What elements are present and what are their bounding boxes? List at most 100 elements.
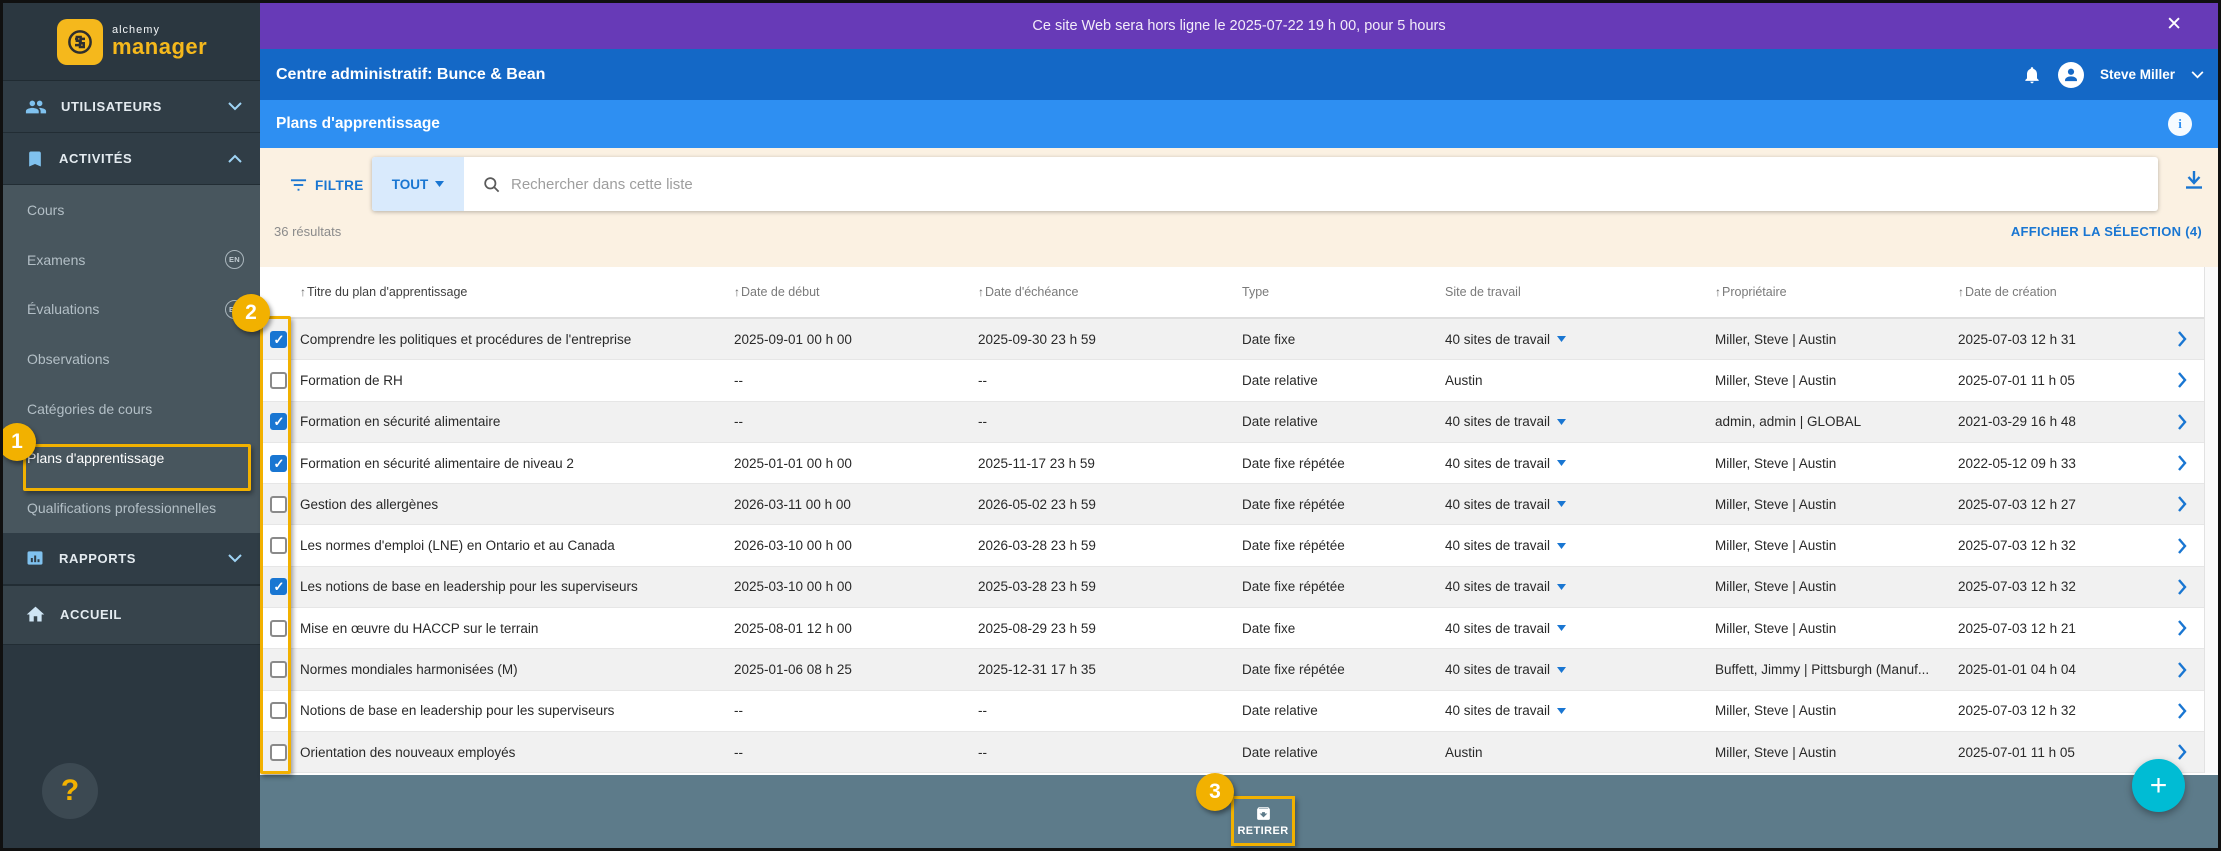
column-header-site[interactable]: Site de travail (1441, 285, 1711, 299)
cell-worksite[interactable]: 40 sites de travail (1441, 703, 1711, 718)
language-globe-icon: EN (225, 250, 244, 270)
cell-created: 2025-07-03 12 h 32 (1958, 579, 2076, 595)
table-row[interactable]: Formation en sécurité alimentaire -- -- … (260, 401, 2218, 443)
row-checkbox[interactable] (269, 661, 287, 679)
user-name[interactable]: Steve Miller (2100, 67, 2175, 82)
cell-worksite[interactable]: 40 sites de travail (1441, 497, 1711, 512)
retirer-button[interactable]: RETIRER (1231, 796, 1295, 846)
chevron-right-icon[interactable] (2177, 455, 2187, 471)
sort-asc-icon: ↑ (1958, 285, 1964, 299)
cell-worksite[interactable]: 40 sites de travail (1441, 662, 1711, 677)
alchemy-logo-icon (57, 18, 103, 65)
chevron-right-icon[interactable] (2177, 579, 2187, 595)
chevron-right-icon[interactable] (2177, 413, 2187, 430)
table-row[interactable]: Les normes d'emploi (LNE) en Ontario et … (260, 525, 2218, 567)
chevron-right-icon[interactable] (2177, 744, 2187, 760)
cell-worksite[interactable]: 40 sites de travail (1441, 456, 1711, 471)
table-row[interactable]: Formation en sécurité alimentaire de niv… (260, 442, 2218, 485)
row-checkbox[interactable] (269, 537, 287, 555)
info-icon[interactable]: i (2168, 112, 2192, 136)
sidebar-item-categories-de-cours[interactable]: Catégories de cours (3, 384, 260, 434)
row-checkbox[interactable] (269, 495, 287, 513)
filter-panel: FILTRE TOUT 36 résultats AFFICHER LA SÉL… (260, 148, 2218, 267)
column-header-date-debut[interactable]: ↑Date de début (730, 285, 974, 299)
chevron-right-icon[interactable] (2177, 496, 2187, 513)
filter-button[interactable]: FILTRE (290, 166, 364, 204)
help-button[interactable]: ? (42, 763, 98, 819)
column-header-date-creation[interactable]: ↑Date de création (1954, 285, 2160, 299)
cell-worksite[interactable]: 40 sites de travail (1441, 538, 1711, 553)
sidebar-item-qualifications-professionnelles[interactable]: Qualifications professionnelles (3, 483, 260, 533)
cell-created: 2025-07-03 12 h 27 (1958, 496, 2076, 512)
chevron-down-icon[interactable] (2191, 70, 2204, 79)
sidebar-item-evaluations[interactable]: Évaluations EN (3, 284, 260, 334)
site-caret-icon (1557, 418, 1567, 425)
table-row[interactable]: Formation de RH -- -- Date relative Aust… (260, 360, 2218, 402)
add-button[interactable]: + (2132, 759, 2185, 812)
avatar[interactable] (2057, 61, 2084, 88)
table-row[interactable]: Mise en œuvre du HACCP sur le terrain 20… (260, 608, 2218, 650)
app-logo[interactable]: alchemy manager (3, 3, 260, 81)
chevron-right-icon[interactable] (2177, 372, 2187, 389)
bell-icon[interactable] (2022, 65, 2042, 85)
table-row[interactable]: Gestion des allergènes 2026-03-11 00 h 0… (260, 484, 2218, 526)
chevron-right-icon[interactable] (2177, 331, 2187, 347)
row-checkbox[interactable] (269, 330, 287, 348)
row-checkbox[interactable] (269, 619, 287, 637)
cell-worksite[interactable]: Austin (1441, 745, 1711, 760)
cell-worksite[interactable]: 40 sites de travail (1441, 414, 1711, 429)
maintenance-banner-text: Ce site Web sera hors ligne le 2025-07-2… (1032, 18, 1446, 34)
download-icon[interactable] (2184, 170, 2204, 192)
row-checkbox[interactable] (269, 702, 287, 720)
column-header-date-echeance[interactable]: ↑Date d'échéance (974, 285, 1238, 299)
scrollbar-track[interactable] (2204, 267, 2218, 773)
cell-owner: Miller, Steve | Austin (1715, 372, 1837, 388)
close-icon[interactable]: ✕ (2166, 15, 2182, 34)
table-row[interactable]: Notions de base en leadership pour les s… (260, 690, 2218, 732)
cell-owner: Miller, Steve | Austin (1715, 703, 1837, 719)
sidebar-item-observations[interactable]: Observations (3, 334, 260, 384)
column-header-proprietaire[interactable]: ↑Propriétaire (1711, 285, 1954, 299)
sidebar-subitems: Cours Examens EN Évaluations EN Observat… (3, 185, 260, 533)
sidebar-item-cours[interactable]: Cours (3, 185, 260, 235)
search-input[interactable] (511, 175, 2158, 193)
sidebar-item-examens[interactable]: Examens EN (3, 235, 260, 285)
table-row[interactable]: Orientation des nouveaux employés -- -- … (260, 731, 2218, 774)
sidebar-section-label: ACTIVITÉS (59, 151, 133, 166)
table-row[interactable]: Comprendre les politiques et procédures … (260, 319, 2218, 361)
cell-type: Date fixe (1242, 331, 1296, 347)
column-header-titre[interactable]: ↑Titre du plan d'apprentissage (296, 285, 730, 299)
site-caret-icon (1557, 501, 1567, 508)
row-checkbox[interactable] (269, 371, 287, 389)
column-header-type[interactable]: Type (1238, 285, 1441, 299)
chevron-right-icon[interactable] (2177, 661, 2187, 678)
row-checkbox[interactable] (269, 743, 287, 761)
sidebar-section-activites[interactable]: ACTIVITÉS (3, 133, 260, 185)
sidebar-item-plans-dapprentissage[interactable]: Plans d'apprentissage (3, 433, 260, 483)
search-scope-dropdown[interactable]: TOUT (372, 157, 464, 211)
cell-worksite[interactable]: 40 sites de travail (1441, 332, 1711, 347)
row-checkbox[interactable] (269, 454, 287, 472)
sidebar-item-accueil[interactable]: ACCUEIL (3, 584, 260, 645)
sidebar-section-rapports[interactable]: RAPPORTS (3, 532, 260, 585)
site-caret-icon (1557, 666, 1567, 673)
row-checkbox[interactable] (269, 413, 287, 431)
cell-title: Formation de RH (300, 372, 403, 388)
cell-worksite[interactable]: Austin (1441, 373, 1711, 388)
cell-owner: Miller, Steve | Austin (1715, 538, 1837, 554)
filter-icon (290, 179, 307, 191)
chevron-right-icon[interactable] (2177, 537, 2187, 554)
cell-worksite[interactable]: 40 sites de travail (1441, 621, 1711, 636)
cell-title: Comprendre les politiques et procédures … (300, 331, 632, 347)
row-checkbox[interactable] (269, 578, 287, 596)
cell-start-date: 2026-03-10 00 h 00 (734, 538, 852, 554)
cell-type: Date relative (1242, 703, 1318, 719)
table-row[interactable]: Les notions de base en leadership pour l… (260, 566, 2218, 609)
cell-worksite[interactable]: 40 sites de travail (1441, 579, 1711, 594)
show-selection-link[interactable]: AFFICHER LA SÉLECTION (4) (2011, 224, 2202, 239)
chevron-right-icon[interactable] (2177, 703, 2187, 719)
table-row[interactable]: Normes mondiales harmonisées (M) 2025-01… (260, 649, 2218, 691)
app-window: alchemy manager UTILISATEURS ACTIVITÉS C… (0, 0, 2221, 851)
sidebar-section-utilisateurs[interactable]: UTILISATEURS (3, 81, 260, 133)
chevron-right-icon[interactable] (2177, 620, 2187, 636)
